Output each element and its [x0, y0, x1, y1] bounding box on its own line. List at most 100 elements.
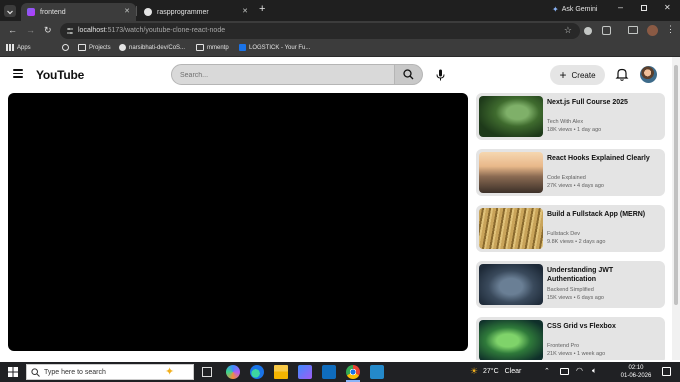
back-arrow-icon[interactable]: ← [8, 25, 17, 35]
video-title[interactable]: Next.js Full Course 2025 [547, 98, 659, 107]
store-icon[interactable] [298, 365, 312, 379]
microphone-icon [436, 69, 444, 81]
windows-taskbar: Type here to search ✦ ☀ 27°C Clear ⌃ ◠ 🔈… [0, 362, 680, 382]
maximize-window-icon[interactable] [641, 5, 647, 11]
search-input[interactable] [180, 69, 380, 81]
browser-tab-strip: frontend ✕ raspprogrammer ✕ + ✦ Ask Gemi… [0, 0, 680, 21]
video-meta: 18K views • 1 day ago [547, 127, 602, 133]
tab-search-chevron-icon[interactable] [4, 5, 16, 17]
copilot-app-icon[interactable] [226, 365, 240, 379]
recommended-video-card[interactable]: React Hooks Explained Clearly Code Expla… [476, 149, 665, 196]
close-window-icon[interactable]: ✕ [664, 3, 671, 12]
vscode-icon[interactable] [370, 365, 384, 379]
media-control-icon[interactable] [628, 26, 638, 34]
channel-name[interactable]: Fullstack Dev [547, 231, 580, 237]
bookmark-label: Apps [17, 44, 31, 51]
video-thumbnail[interactable] [479, 264, 543, 305]
chrome-taskbar-icon[interactable] [346, 365, 360, 379]
forward-arrow-icon[interactable]: → [26, 25, 35, 35]
video-meta: 15K views • 6 days ago [547, 295, 604, 301]
more-menu-icon[interactable]: ⋮ [666, 24, 675, 35]
channel-name[interactable]: Code Explained [547, 175, 586, 181]
recommended-video-card[interactable]: Next.js Full Course 2025 Tech With Alex … [476, 93, 665, 140]
weather-widget[interactable]: 27°C Clear [483, 368, 521, 375]
mail-icon[interactable] [322, 365, 336, 379]
recommended-video-card[interactable]: Build a Fullstack App (MERN) Fullstack D… [476, 205, 665, 252]
scrollbar-thumb[interactable] [674, 65, 678, 305]
windows-start-icon[interactable] [8, 367, 18, 377]
search-button[interactable] [395, 64, 423, 85]
video-title[interactable]: React Hooks Explained Clearly [547, 154, 659, 163]
extensions-puzzle-icon[interactable] [602, 26, 611, 35]
bookmarks-bar: Apps Projects narsibhati-dev/CoS... mmen… [0, 41, 680, 57]
search-icon [31, 368, 40, 377]
bookmark-globe[interactable] [62, 44, 72, 51]
bookmark-narsibhati[interactable]: narsibhati-dev/CoS... [119, 44, 185, 51]
folder-icon [78, 44, 86, 51]
volume-icon[interactable]: 🔈︎ [592, 366, 597, 376]
weather-sun-icon[interactable]: ☀ [470, 366, 478, 377]
channel-name[interactable]: Backend Simplified [547, 287, 594, 293]
video-thumbnail[interactable] [479, 208, 543, 249]
voice-search-button[interactable] [430, 65, 450, 85]
site-info-icon[interactable] [66, 27, 74, 35]
ask-gemini-button[interactable]: ✦ Ask Gemini [552, 5, 598, 14]
user-avatar[interactable] [640, 66, 657, 83]
extension-icon[interactable] [584, 27, 592, 35]
video-thumbnail[interactable] [479, 96, 543, 137]
show-hidden-icons-icon[interactable]: ⌃ [544, 367, 550, 375]
video-meta: 27K views • 4 days ago [547, 183, 604, 189]
new-tab-button[interactable]: + [259, 3, 265, 15]
tab-frontend[interactable]: frontend ✕ [21, 3, 136, 21]
recommended-video-card[interactable]: CSS Grid vs Flexbox Frontend Pro 21K vie… [476, 317, 665, 360]
notifications-bell-icon[interactable] [614, 66, 630, 82]
reload-icon[interactable]: ↻ [44, 25, 52, 36]
notifications-icon[interactable] [662, 367, 671, 376]
task-view-icon[interactable] [202, 367, 212, 377]
bookmark-apps[interactable]: Apps [6, 44, 31, 51]
search-box [171, 64, 395, 85]
video-thumbnail[interactable] [479, 152, 543, 193]
bookmark-logstick[interactable]: LOGSTICK - Your Fu... [239, 44, 310, 51]
tab-raspprogrammer[interactable]: raspprogrammer ✕ [138, 3, 254, 21]
close-tab-icon[interactable]: ✕ [242, 7, 248, 15]
channel-name[interactable]: Tech With Alex [547, 119, 583, 125]
bookmark-label: mmentp [207, 44, 229, 51]
edge-browser-icon[interactable] [250, 365, 264, 379]
taskbar-clock[interactable]: 02:10 01-06-2026 [614, 364, 658, 380]
github-icon [119, 44, 126, 51]
channel-name[interactable]: Frontend Pro [547, 343, 579, 349]
bookmark-star-icon[interactable]: ☆ [564, 25, 572, 36]
page-scrollbar[interactable] [672, 57, 680, 360]
profile-avatar-icon[interactable] [647, 25, 658, 36]
vite-favicon-icon [27, 8, 35, 16]
hamburger-menu-icon[interactable] [13, 69, 23, 78]
network-icon[interactable] [560, 368, 569, 375]
recommended-video-card[interactable]: Understanding JWT Authentication Backend… [476, 261, 665, 308]
bookmark-label: narsibhati-dev/CoS... [129, 44, 186, 51]
bookmark-mmentp[interactable]: mmentp [196, 44, 229, 51]
youtube-logo[interactable]: YouTube [36, 68, 84, 82]
minimize-window-icon[interactable]: – [618, 2, 623, 12]
video-title[interactable]: Understanding JWT Authentication [547, 266, 659, 284]
folder-icon [196, 44, 204, 51]
close-tab-icon[interactable]: ✕ [124, 7, 130, 15]
clock-date: 01-06-2026 [620, 373, 652, 379]
create-button[interactable]: + Create [550, 65, 605, 85]
bookmark-projects[interactable]: Projects [78, 44, 111, 51]
video-title[interactable]: CSS Grid vs Flexbox [547, 322, 659, 331]
bookmark-label: LOGSTICK - Your Fu... [249, 44, 311, 51]
github-favicon-icon [144, 8, 152, 16]
video-title[interactable]: Build a Fullstack App (MERN) [547, 210, 659, 219]
taskbar-search[interactable]: Type here to search ✦ [26, 364, 194, 380]
video-thumbnail[interactable] [479, 320, 543, 360]
youtube-watch-page: YouTube + Create Next.js Full Course 202… [0, 57, 672, 360]
browser-toolbar: ← → ↻ localhost:5173/watch/youtube-clone… [0, 21, 680, 41]
video-meta: 21K views • 1 week ago [547, 351, 606, 357]
clock-time: 02:10 [628, 365, 644, 371]
file-explorer-icon[interactable] [274, 365, 288, 379]
video-player[interactable] [8, 93, 468, 351]
taskbar-search-placeholder: Type here to search [44, 369, 106, 376]
wifi-icon[interactable]: ◠ [576, 366, 583, 375]
address-bar[interactable]: localhost:5173/watch/youtube-clone-react… [60, 23, 580, 39]
